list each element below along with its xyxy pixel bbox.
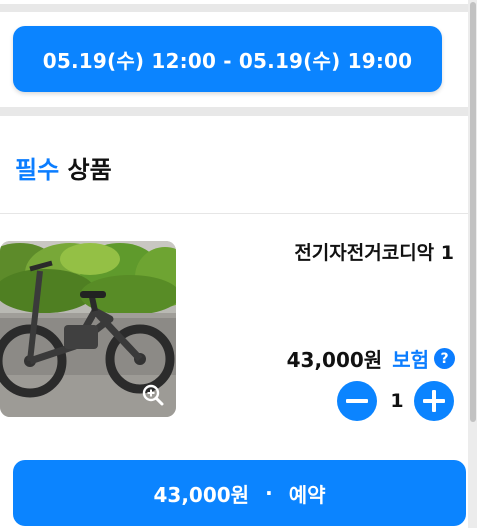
product-price: 43,000원 xyxy=(286,348,383,372)
increase-quantity-button[interactable] xyxy=(414,381,454,421)
reserve-separator: · xyxy=(265,481,273,505)
minus-icon xyxy=(346,399,368,403)
section-title: 필수 상품 xyxy=(15,150,112,185)
insurance-link[interactable]: 보험 xyxy=(392,344,429,373)
reservation-time-button[interactable]: 05.19(수) 12:00 - 05.19(수) 19:00 xyxy=(13,26,442,92)
product-divider xyxy=(0,213,468,214)
scrollbar-track[interactable] xyxy=(468,0,477,528)
top-divider xyxy=(0,4,468,12)
section-divider xyxy=(0,107,468,116)
reserve-total: 43,000원 xyxy=(153,482,250,507)
plus-icon xyxy=(423,390,445,412)
reservation-time-label: 05.19(수) 12:00 - 05.19(수) 19:00 xyxy=(42,48,413,73)
decrease-quantity-button[interactable] xyxy=(337,381,377,421)
section-title-rest: 상품 xyxy=(67,156,112,184)
quantity-value: 1 xyxy=(390,390,404,412)
zoom-in-icon[interactable] xyxy=(141,383,165,407)
product-name: 전기자전거코디악 1 xyxy=(294,242,454,264)
price-row: 43,000원 보험 ? xyxy=(287,344,455,373)
section-title-accent: 필수 xyxy=(15,156,60,184)
scrollbar-thumb[interactable] xyxy=(470,2,476,422)
help-icon[interactable]: ? xyxy=(434,348,455,369)
reserve-button[interactable]: 43,000원 · 예약 xyxy=(13,460,466,526)
reserve-label: 예약 xyxy=(288,482,326,507)
